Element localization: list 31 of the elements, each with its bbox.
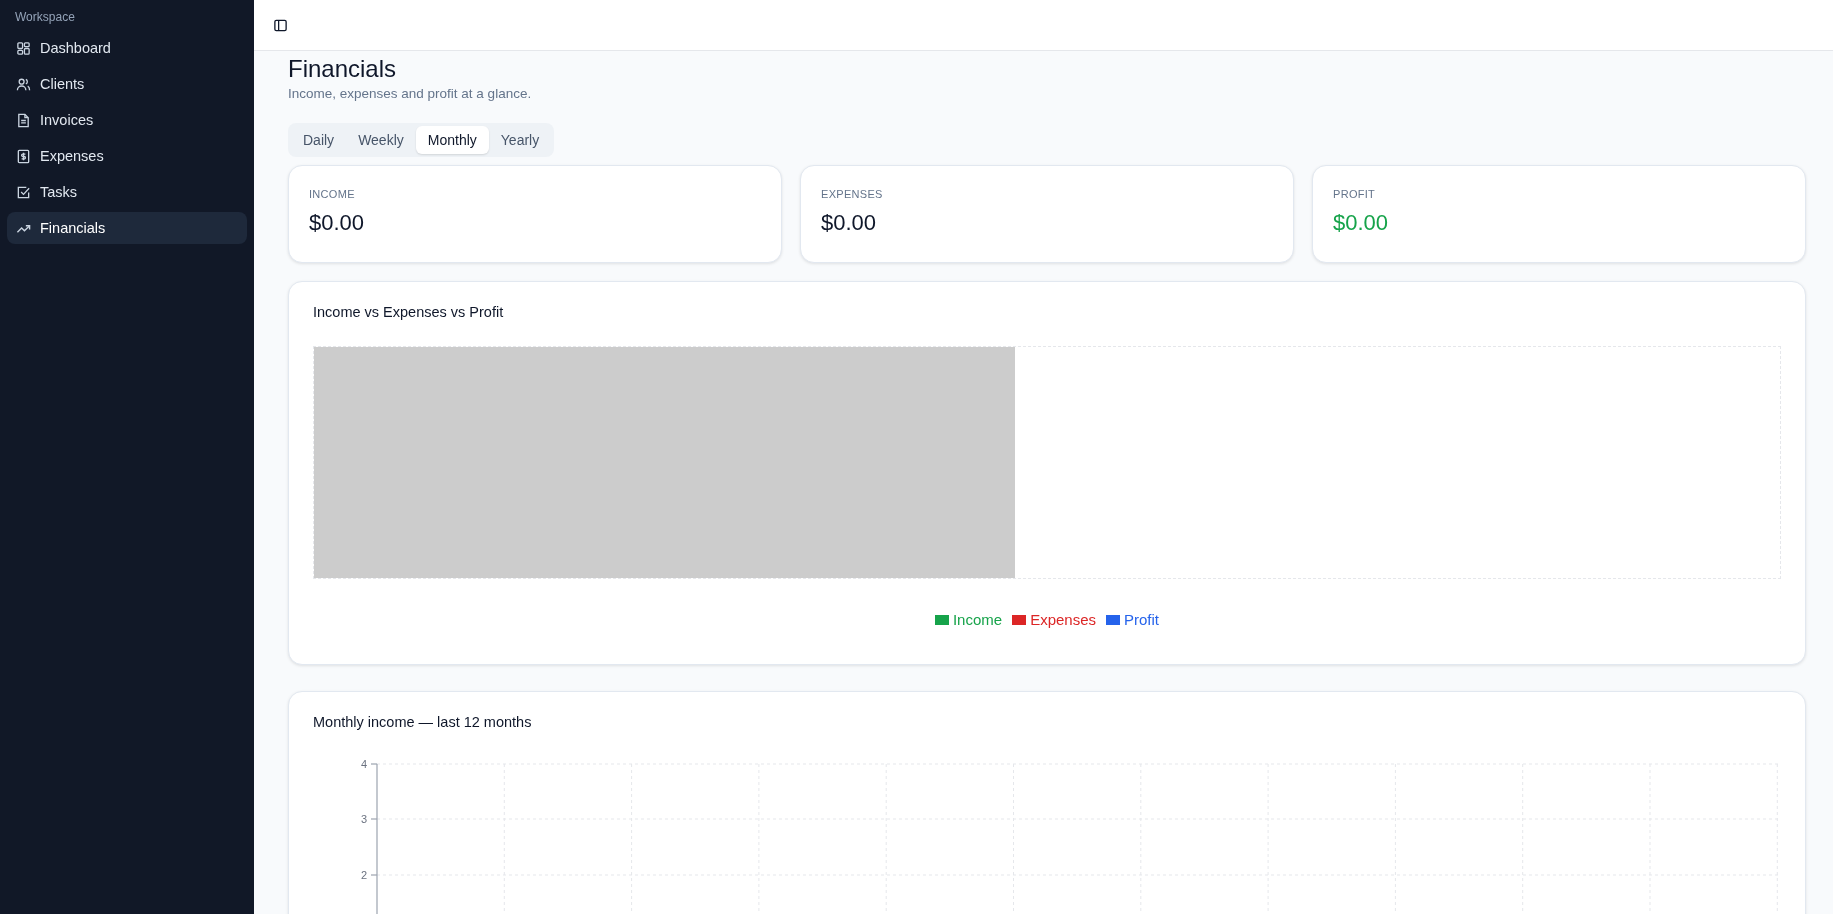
sidebar-item[interactable]: Financials bbox=[7, 212, 247, 244]
users-icon bbox=[16, 76, 31, 92]
period-tab[interactable]: Daily bbox=[291, 126, 347, 154]
y-tick-label: 3 bbox=[360, 813, 367, 825]
stat-value: $0.00 bbox=[821, 210, 878, 236]
stat-label: INCOME bbox=[309, 188, 356, 200]
page-subtitle: Income, expenses and profit at a glance. bbox=[288, 86, 533, 101]
period-tab[interactable]: Yearly bbox=[488, 126, 552, 154]
stat-label: EXPENSES bbox=[821, 188, 884, 200]
page-title: Financials bbox=[288, 55, 398, 83]
stat-value: $0.00 bbox=[309, 210, 366, 236]
sidebar-item[interactable]: Invoices bbox=[7, 104, 247, 136]
period-tab[interactable]: Monthly bbox=[415, 126, 489, 154]
y-tick-label: 2 bbox=[360, 869, 367, 881]
chart-title: Income vs Expenses vs Profit bbox=[313, 304, 505, 320]
grid-icon bbox=[16, 40, 31, 56]
legend-item[interactable]: Profit bbox=[1106, 611, 1160, 628]
sidebar-item[interactable]: Tasks bbox=[7, 176, 247, 208]
period-tab[interactable]: Weekly bbox=[346, 126, 416, 154]
sidebar-item[interactable]: Expenses bbox=[7, 140, 247, 172]
stat-label: PROFIT bbox=[1333, 188, 1377, 200]
sidebar-item[interactable]: Dashboard bbox=[7, 32, 247, 64]
checkbox-icon bbox=[16, 184, 31, 200]
document-icon bbox=[16, 112, 31, 128]
chart-title: Monthly income — last 12 months bbox=[313, 714, 533, 730]
sidebar-item[interactable]: Clients bbox=[7, 68, 247, 100]
y-tick-label: 4 bbox=[360, 758, 367, 770]
sidebar-group-label: Workspace bbox=[14, 10, 76, 26]
stat-value: $0.00 bbox=[1333, 210, 1390, 236]
dollar-receipt-icon bbox=[16, 148, 31, 164]
legend-item[interactable]: Expenses bbox=[1012, 611, 1097, 628]
